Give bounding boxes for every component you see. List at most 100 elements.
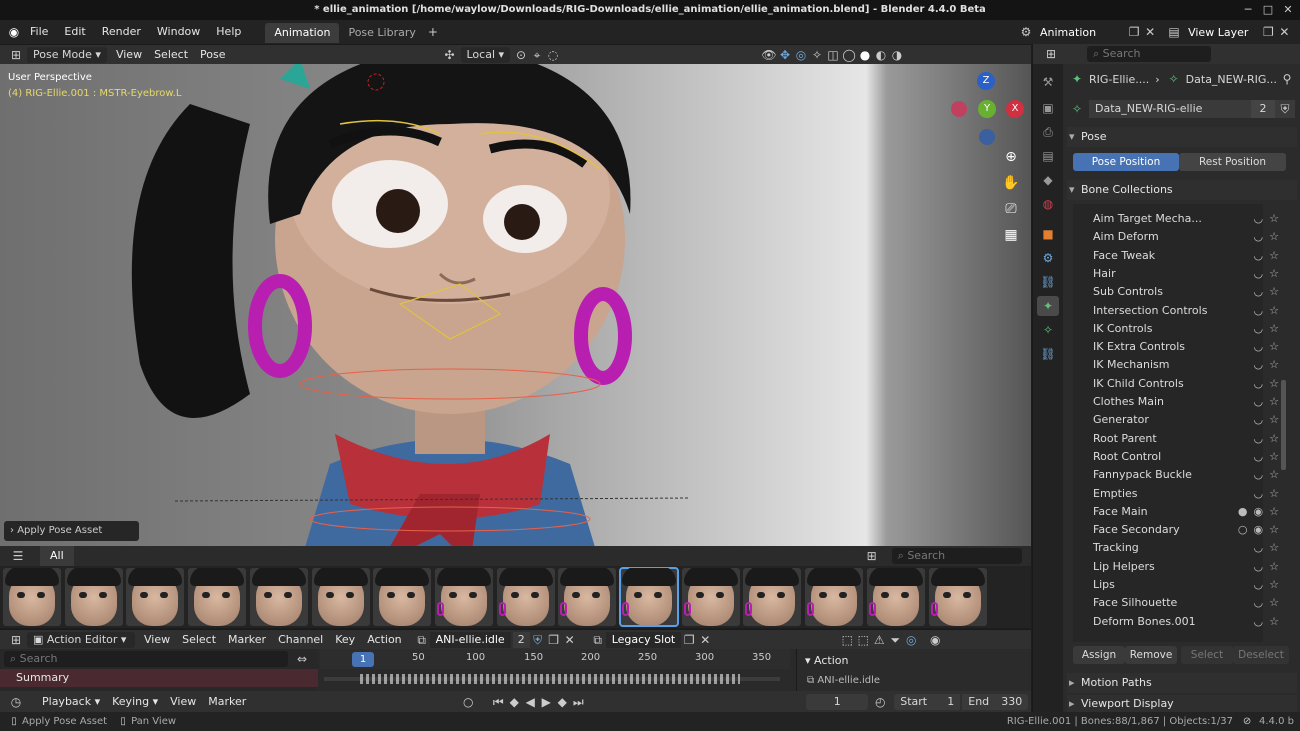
channel-search-input[interactable]: ⌕ Search [4, 651, 288, 667]
bone-collection-row[interactable]: Sub Controls ◡ ☆ [1093, 283, 1279, 301]
eye-closed-icon[interactable]: ◡ [1254, 450, 1264, 463]
view-layer-icon[interactable]: ▤ [1166, 24, 1182, 40]
zoom-icon[interactable]: ⊕ [1000, 146, 1022, 168]
star-icon[interactable]: ☆ [1269, 560, 1279, 573]
pose-asset-thumbnail[interactable] [805, 568, 864, 626]
bone-collection-row[interactable]: Fannypack Buckle ◡ ☆ [1093, 466, 1279, 484]
overlay-icon[interactable]: ◎ [793, 47, 809, 63]
eye-closed-icon[interactable]: ◡ [1254, 541, 1264, 554]
eye-closed-icon[interactable]: ◡ [1254, 432, 1264, 445]
star-icon[interactable]: ☆ [1269, 541, 1279, 554]
proportional-edit-icon[interactable]: ◉ [927, 632, 943, 648]
minimize-icon[interactable]: ─ [1238, 0, 1258, 20]
material-shading-icon[interactable]: ◐ [873, 47, 889, 63]
transform-orientation-icon[interactable]: ✣ [442, 47, 458, 63]
ae-menu-key[interactable]: Key [329, 630, 361, 650]
bone-collection-row[interactable]: Face Main ● ◉ ☆ [1093, 503, 1279, 521]
eye-closed-icon[interactable]: ◡ [1254, 468, 1264, 481]
eye-closed-icon[interactable]: ◡ [1254, 340, 1264, 353]
gizmo-z-axis[interactable]: Z [977, 72, 995, 90]
tab-animation[interactable]: Animation [265, 23, 340, 43]
fake-user-icon[interactable]: ⛨ [1275, 100, 1295, 118]
new-scene-icon[interactable]: ❐ [1126, 24, 1142, 40]
rest-position-button[interactable]: Rest Position [1179, 153, 1286, 171]
menu-file[interactable]: File [22, 20, 56, 44]
render-tab-icon[interactable]: ▣ [1037, 98, 1059, 118]
new-view-layer-icon[interactable]: ❐ [1260, 24, 1276, 40]
pose-position-button[interactable]: Pose Position [1073, 153, 1179, 171]
timeline-editor-icon[interactable]: ◷ [8, 694, 24, 710]
play-icon[interactable]: ▶ [538, 694, 554, 710]
tool-tab-icon[interactable]: ⚒ [1037, 72, 1059, 92]
bone-collection-row[interactable]: Face Silhouette ◡ ☆ [1093, 594, 1279, 612]
gizmo-x-axis[interactable]: X [1006, 100, 1024, 118]
ae-menu-action[interactable]: Action [361, 630, 407, 650]
remove-button[interactable]: Remove [1125, 646, 1177, 664]
xray-icon[interactable]: ◫ [825, 47, 841, 63]
bone-collection-row[interactable]: Hair ◡ ☆ [1093, 265, 1279, 283]
viewport-menu-select[interactable]: Select [148, 45, 194, 65]
camera-icon[interactable]: ⎚ [1000, 198, 1022, 220]
jump-start-icon[interactable]: ⏮ [490, 694, 506, 710]
asset-search-input[interactable]: ⌕ Search [891, 548, 1022, 564]
display-options-icon[interactable]: ⊞ [864, 548, 880, 564]
bone-collection-row[interactable]: Lip Helpers ◡ ☆ [1093, 558, 1279, 576]
pose-asset-thumbnail[interactable] [249, 568, 308, 626]
datablock-users[interactable]: 2 [1251, 100, 1275, 118]
tab-pose-library[interactable]: Pose Library [339, 23, 424, 43]
ae-menu-marker[interactable]: Marker [222, 630, 272, 650]
star-icon[interactable]: ☆ [1269, 377, 1279, 390]
view-layer-name[interactable]: View Layer [1182, 26, 1254, 39]
eye-closed-icon[interactable]: ◡ [1254, 413, 1264, 426]
orientation-dropdown[interactable]: Local ▾ [460, 46, 511, 63]
summary-channel[interactable]: Summary [0, 669, 318, 687]
grid-perspective-icon[interactable]: ▦ [1000, 224, 1022, 246]
output-tab-icon[interactable]: ⎙ [1037, 122, 1059, 142]
duplicate-slot-icon[interactable]: ❐ [681, 632, 697, 648]
star-icon[interactable]: ☆ [1269, 487, 1279, 500]
add-workspace-icon[interactable]: + [425, 24, 441, 40]
bone-collection-row[interactable]: IK Extra Controls ◡ ☆ [1093, 338, 1279, 356]
gizmo-y-axis[interactable]: Y [978, 100, 996, 118]
bone-collection-row[interactable]: Deform Bones.001 ◡ ☆ [1093, 613, 1279, 631]
eye-open-icon[interactable]: ◉ [1254, 523, 1264, 536]
maximize-icon[interactable]: □ [1258, 0, 1278, 20]
pose-asset-thumbnail[interactable] [434, 568, 493, 626]
properties-editor-icon[interactable]: ⊞ [1043, 46, 1059, 62]
end-frame-field[interactable]: End 330 [962, 694, 1029, 710]
star-icon[interactable]: ☆ [1269, 267, 1279, 280]
star-icon[interactable]: ☆ [1269, 615, 1279, 628]
pose-asset-thumbnail[interactable] [558, 568, 617, 626]
eye-open-icon[interactable]: ◉ [1254, 505, 1264, 518]
errors-icon[interactable]: ⚠ [871, 632, 887, 648]
viewport-menu-pose[interactable]: Pose [194, 45, 231, 65]
record-icon[interactable]: ○ [460, 694, 476, 710]
editor-type-icon[interactable]: ⊞ [8, 47, 24, 63]
scene-icon[interactable]: ⚙ [1018, 24, 1034, 40]
eye-closed-icon[interactable]: ◡ [1254, 267, 1264, 280]
ae-menu-view[interactable]: View [138, 630, 176, 650]
unlink-slot-icon[interactable]: ✕ [697, 632, 713, 648]
star-icon[interactable]: ☆ [1269, 523, 1279, 536]
close-icon[interactable]: ✕ [1278, 0, 1298, 20]
blender-logo-icon[interactable]: ◉ [6, 24, 22, 40]
pose-asset-thumbnail[interactable] [681, 568, 740, 626]
bone-collection-row[interactable]: Root Control ◡ ☆ [1093, 448, 1279, 466]
pose-asset-thumbnail[interactable] [928, 568, 987, 626]
eye-closed-icon[interactable]: ◡ [1254, 596, 1264, 609]
star-icon[interactable]: ☆ [1269, 413, 1279, 426]
solo-dot-icon[interactable]: ○ [1238, 523, 1248, 536]
keying-menu[interactable]: Keying ▾ [106, 692, 164, 712]
star-icon[interactable]: ☆ [1269, 395, 1279, 408]
pose-asset-thumbnail[interactable] [866, 568, 925, 626]
bone-collection-row[interactable]: Face Secondary ○ ◉ ☆ [1093, 521, 1279, 539]
playback-view-menu[interactable]: View [164, 692, 202, 712]
delete-view-layer-icon[interactable]: ✕ [1276, 24, 1292, 40]
jump-end-icon[interactable]: ⏭ [570, 694, 586, 710]
show-hidden-icon[interactable]: ⬚ [855, 632, 871, 648]
data-browse-icon[interactable]: ✧ [1069, 101, 1085, 117]
bone-collection-row[interactable]: Clothes Main ◡ ☆ [1093, 393, 1279, 411]
ae-menu-select[interactable]: Select [176, 630, 222, 650]
eye-closed-icon[interactable]: ◡ [1254, 615, 1264, 628]
clock-icon[interactable]: ◴ [872, 694, 888, 710]
